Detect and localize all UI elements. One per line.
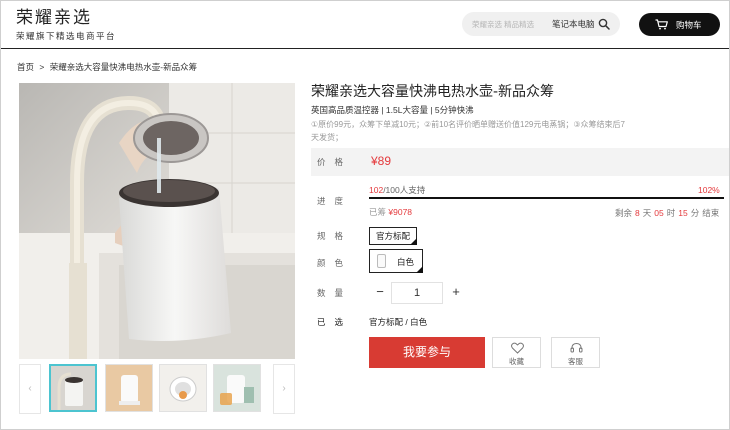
raised-prefix: 已筹: [369, 207, 387, 217]
page: 荣耀亲选 荣耀旗下精选电商平台 荣耀亲选 精品精选 笔记本电脑 购物车 首页 >…: [0, 0, 730, 430]
countdown-days-unit: 天: [642, 208, 652, 218]
raised-value: ¥9078: [388, 207, 413, 217]
color-swatch-image: [377, 254, 386, 268]
site-header: 荣耀亲选 荣耀旗下精选电商平台 荣耀亲选 精品精选 笔记本电脑 购物车: [1, 1, 729, 49]
price-value: ¥89: [371, 154, 392, 168]
product-title: 荣耀亲选大容量快沸电热水壶-新品众筹: [311, 84, 555, 100]
logo-subtitle: 荣耀旗下精选电商平台: [16, 32, 117, 42]
countdown-prefix: 剩余: [615, 208, 633, 218]
quantity-input[interactable]: 1: [391, 282, 443, 304]
headset-icon: [570, 342, 583, 353]
cart-icon: [655, 19, 668, 30]
join-crowdfunding-button[interactable]: 我要参与: [369, 337, 485, 368]
countdown-hours-unit: 时: [666, 208, 676, 218]
color-label: 颜色: [317, 258, 353, 268]
supporters-goal: /100人支持: [383, 185, 426, 195]
supporters-number: 102: [369, 185, 384, 195]
cart-button[interactable]: 购物车: [639, 13, 720, 36]
raised-amount: 已筹 ¥9078: [369, 206, 412, 218]
thumbnail-next-button[interactable]: ›: [273, 364, 295, 414]
countdown: 剩余 8 天 05 时 15 分结束: [615, 207, 719, 219]
thumbnail-2[interactable]: [105, 364, 153, 412]
price-label: 价格: [317, 157, 353, 167]
countdown-days: 8: [635, 208, 640, 218]
quantity-decrease-button[interactable]: −: [369, 282, 391, 304]
search-placeholder: 荣耀亲选 精品精选: [472, 20, 535, 29]
progress-bar: [369, 197, 724, 199]
countdown-minutes-unit: 分: [690, 208, 700, 218]
progress-percent: 102%: [698, 185, 720, 195]
thumbnail-4[interactable]: [213, 364, 261, 412]
breadcrumb-current: 荣耀亲选大容量快沸电热水壶-新品众筹: [49, 62, 198, 72]
selected-value: 官方标配 / 白色: [369, 317, 428, 327]
product-subtitle: 英国高品质温控器 | 1.5L大容量 | 5分钟快沸: [311, 105, 474, 115]
selected-label: 已选: [317, 317, 353, 327]
progress-label: 进度: [317, 196, 353, 206]
thumbnail-1[interactable]: [49, 364, 97, 412]
search-hot-keyword[interactable]: 笔记本电脑: [552, 18, 595, 30]
countdown-minutes: 15: [678, 208, 688, 218]
thumbnail-prev-button[interactable]: ‹: [19, 364, 41, 414]
cart-label: 购物车: [676, 20, 702, 30]
progress-bar-fill: [369, 197, 724, 199]
customer-service-label: 客服: [568, 357, 583, 366]
breadcrumb-home[interactable]: 首页: [17, 62, 34, 72]
quantity-increase-button[interactable]: +: [445, 282, 467, 304]
thumbnail-3[interactable]: [159, 364, 207, 412]
breadcrumb-separator: >: [39, 62, 45, 72]
color-option-label: 白色: [397, 257, 415, 267]
thumbnail-strip: ‹ ›: [19, 364, 295, 414]
supporters-count: 102/100人支持: [369, 184, 425, 196]
heart-icon: [511, 342, 524, 354]
favorite-button[interactable]: 收藏: [492, 337, 541, 368]
search-box[interactable]: 荣耀亲选 精品精选 笔记本电脑: [462, 12, 620, 36]
countdown-hours: 05: [654, 208, 664, 218]
quantity-label: 数量: [317, 288, 353, 298]
countdown-suffix: 结束: [702, 208, 720, 218]
site-logo[interactable]: 荣耀亲选 荣耀旗下精选电商平台: [16, 8, 117, 43]
spec-option-official[interactable]: 官方标配: [369, 227, 418, 245]
color-option-white[interactable]: 白色: [369, 249, 423, 273]
favorite-label: 收藏: [509, 357, 524, 366]
product-description: ①原价99元，众筹下单减10元；②前10名评价晒单赠送价值129元电蒸锅；③众筹…: [311, 120, 626, 142]
logo-title: 荣耀亲选: [16, 8, 92, 28]
quantity-stepper: − 1 +: [369, 282, 467, 304]
product-main-image[interactable]: [19, 83, 295, 359]
spec-label: 规格: [317, 231, 353, 241]
customer-service-button[interactable]: 客服: [551, 337, 600, 368]
breadcrumb: 首页 > 荣耀亲选大容量快沸电热水壶-新品众筹: [17, 61, 200, 73]
search-icon[interactable]: [598, 18, 610, 30]
